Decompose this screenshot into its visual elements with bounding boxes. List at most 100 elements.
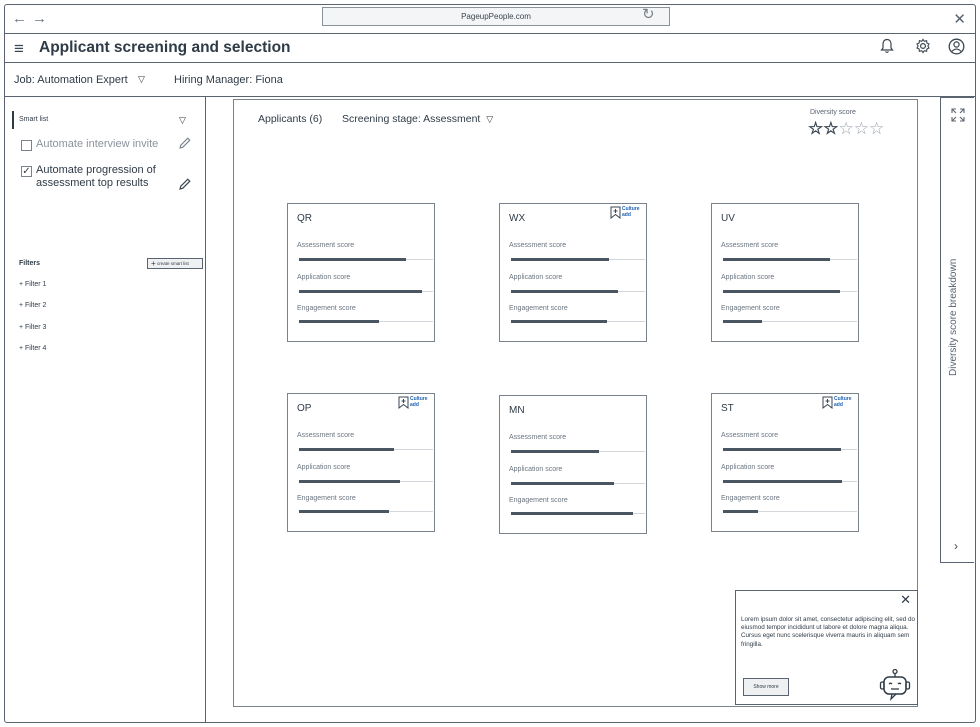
filters-title: Filters <box>19 260 41 267</box>
smart-list-dropdown[interactable]: Smart list <box>19 116 48 123</box>
score-bar-fill <box>299 480 400 483</box>
applicant-card[interactable]: ST Culture add Assessment score Application … <box>711 393 859 532</box>
star-filled-icon: ☆ <box>823 119 839 138</box>
back-arrow-icon[interactable]: ← <box>12 10 27 27</box>
culture-add-button[interactable]: Culture add <box>398 396 428 412</box>
diversity-breakdown-panel: Diversity score breakdown › <box>940 97 974 563</box>
applicant-card[interactable]: UV Assessment score Application score Engag… <box>711 203 859 342</box>
score-label: Assessment score <box>721 242 779 249</box>
score-bar <box>299 320 433 323</box>
applicant-card[interactable]: QR Assessment score Application score Engag… <box>287 203 435 342</box>
score-label: Assessment score <box>509 434 567 441</box>
robot-icon[interactable] <box>878 668 912 702</box>
score-label: Engagement score <box>721 305 780 312</box>
score-label: Assessment score <box>721 432 779 439</box>
page-title: Applicant screening and selection <box>39 39 291 56</box>
culture-add-label: Culture add <box>834 396 852 408</box>
edit-icon[interactable] <box>178 177 192 194</box>
score-label: Engagement score <box>509 497 568 504</box>
star-filled-icon: ☆ <box>808 119 824 138</box>
score-bar-fill <box>299 258 407 261</box>
hiring-manager-label: Hiring Manager: Fiona <box>174 74 283 86</box>
add-label: add <box>410 401 419 408</box>
show-more-button[interactable]: Show more <box>743 678 789 696</box>
applicant-name: MN <box>509 405 525 416</box>
score-bar <box>299 480 433 483</box>
star-empty-icon: ☆ <box>869 119 885 138</box>
gear-icon[interactable] <box>915 38 931 59</box>
culture-add-button[interactable]: Culture add <box>822 396 852 412</box>
score-bar-fill <box>723 290 840 293</box>
score-bar-fill <box>723 320 762 323</box>
score-bar <box>511 258 645 261</box>
close-icon[interactable]: ✕ <box>953 10 966 28</box>
score-bar <box>723 290 857 293</box>
bookmark-plus-icon <box>398 396 409 412</box>
assistant-popup: ✕ Lorem ipsum dolor sit amet, consectetu… <box>735 590 918 705</box>
applicant-card[interactable]: MN Assessment score Application score Engag… <box>499 395 647 534</box>
bookmark-plus-icon <box>610 206 621 222</box>
diversity-score-label: Diversity score <box>810 109 856 116</box>
filter-1[interactable]: + Filter 1 <box>19 281 46 288</box>
score-bar <box>511 482 645 485</box>
score-bar-fill <box>299 320 380 323</box>
applicant-name: OP <box>297 403 312 414</box>
create-smart-list-button[interactable]: + create smart list <box>147 258 203 269</box>
close-icon[interactable]: ✕ <box>900 592 911 608</box>
reload-icon[interactable]: ↻ <box>642 5 655 23</box>
score-bar-fill <box>511 258 609 261</box>
screening-stage-label: Screening stage: Assessment <box>342 113 481 125</box>
smart-list-indicator <box>12 111 14 129</box>
score-bar-fill <box>723 448 841 451</box>
plus-icon: + <box>151 259 156 268</box>
filter-2[interactable]: + Filter 2 <box>19 302 46 309</box>
score-bar-fill <box>723 480 843 483</box>
score-bar <box>299 258 433 261</box>
culture-add-label: Culture add <box>622 206 640 218</box>
culture-add-label: Culture add <box>410 396 428 408</box>
filter-4[interactable]: + Filter 4 <box>19 345 46 352</box>
chevron-right-icon[interactable]: › <box>954 539 958 553</box>
forward-arrow-icon[interactable]: → <box>32 10 47 27</box>
chevron-down-icon[interactable]: ▽ <box>138 74 145 85</box>
sidebar: Smart list ▽ Automate interview invite ✓… <box>4 97 206 723</box>
score-bar <box>723 480 857 483</box>
filter-3[interactable]: + Filter 3 <box>19 324 46 331</box>
star-empty-icon: ☆ <box>838 119 854 138</box>
score-bar <box>511 290 645 293</box>
score-bar <box>723 320 857 323</box>
user-icon[interactable] <box>948 38 965 60</box>
diversity-breakdown-label: Diversity score breakdown <box>948 258 959 376</box>
menu-icon[interactable]: ≡ <box>14 39 24 59</box>
expand-icon[interactable] <box>951 108 965 125</box>
automate-interview-checkbox[interactable] <box>21 140 32 151</box>
chevron-down-icon[interactable]: ▽ <box>179 115 186 126</box>
score-label: Assessment score <box>509 242 567 249</box>
score-bar-fill <box>511 320 608 323</box>
url-field[interactable]: PageupPeople.com <box>322 7 670 26</box>
culture-add-button[interactable]: Culture add <box>610 206 640 222</box>
diversity-star-rating: ☆☆☆☆☆ <box>808 119 884 139</box>
edit-icon[interactable] <box>178 136 192 153</box>
screening-stage-dropdown[interactable]: Screening stage: Assessment ▽ <box>342 113 493 125</box>
score-label: Application score <box>297 274 351 281</box>
score-bar-fill <box>723 258 831 261</box>
chevron-down-icon: ▽ <box>486 114 494 124</box>
score-bar-fill <box>299 448 395 451</box>
bell-icon[interactable] <box>880 38 894 59</box>
score-label: Application score <box>297 464 351 471</box>
score-label: Engagement score <box>297 495 356 502</box>
add-label: add <box>834 401 843 408</box>
applicant-card[interactable]: WX Culture add Assessment score Application … <box>499 203 647 342</box>
score-bar-fill <box>511 290 619 293</box>
applicant-card[interactable]: OP Culture add Assessment score Application … <box>287 393 435 532</box>
job-bar: Job: Automation Expert ▽ Hiring Manager:… <box>4 63 976 97</box>
score-bar <box>723 448 857 451</box>
score-bar-fill <box>299 290 423 293</box>
score-bar <box>511 320 645 323</box>
score-label: Application score <box>509 466 563 473</box>
job-selector[interactable]: Job: Automation Expert <box>14 74 128 86</box>
bookmark-plus-icon <box>822 396 833 412</box>
automate-progression-checkbox[interactable]: ✓ <box>21 166 32 177</box>
score-bar <box>299 290 433 293</box>
